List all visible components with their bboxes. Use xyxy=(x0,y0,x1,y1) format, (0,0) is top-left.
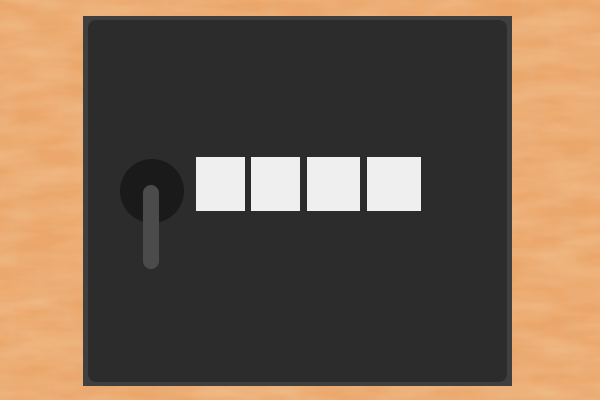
code-slot-3[interactable] xyxy=(307,157,360,211)
code-slot-2[interactable] xyxy=(251,157,300,211)
door-handle-lever-icon[interactable] xyxy=(143,185,159,269)
code-slot-4[interactable] xyxy=(367,157,421,211)
code-slot-1[interactable] xyxy=(196,157,245,211)
